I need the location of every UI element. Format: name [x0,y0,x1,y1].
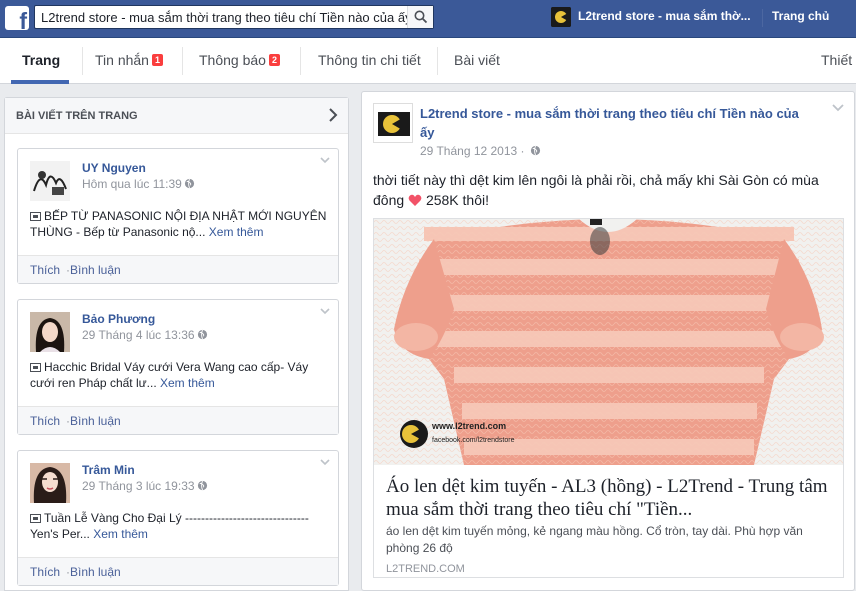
document-icon [30,514,41,523]
post-text: BẾP TỪ PANASONIC NỘI ĐỊA NHẬT MỚI NGUYÊN… [30,208,332,240]
link-preview-image[interactable]: www.l2trend.com facebook.com/l2trendstor… [374,219,843,465]
like-button[interactable]: Thích [30,263,60,277]
see-more-link[interactable]: Xem thêm [160,376,215,390]
chevron-right-icon[interactable] [328,108,338,122]
tab-label: Tin nhắn [95,52,149,68]
post-message: thời tiết này thì dệt kim lên ngôi là ph… [373,170,843,210]
globe-icon [197,480,207,491]
facebook-logo-icon[interactable]: f [5,6,29,30]
avatar[interactable] [30,312,70,352]
tab-label: Bài viết [454,52,500,68]
chevron-down-icon[interactable] [320,308,330,315]
search-input[interactable]: L2trend store - mua sắm thời trang theo … [34,5,434,29]
heart-icon [408,194,422,206]
globe-icon [530,145,540,156]
tab-notifications[interactable]: Thông báo 2 [199,52,280,68]
see-more-link[interactable]: Xem thêm [209,225,264,239]
author-name[interactable]: UY Nguyen [82,161,146,175]
post-time[interactable]: 29 Tháng 3 lúc 19:33 [82,479,208,493]
post-actions: Thích · Bình luận [18,255,338,283]
post-time[interactable]: 29 Tháng 12 2013 · [420,144,541,158]
avatar[interactable] [30,161,70,201]
divider [182,47,183,75]
post-message-tail: 258K thôi! [425,192,489,208]
notifications-badge: 2 [268,54,280,66]
page-tabs: Trang Tin nhắn 1 Thông báo 2 Thông tin chi… [0,38,856,84]
post-time-text: 29 Tháng 12 2013 · [420,144,525,158]
document-icon [30,363,41,372]
like-button[interactable]: Thích [30,414,60,428]
document-icon [30,212,41,221]
post-text-content: Tuần Lễ Vàng Cho Đại Lý ----------------… [30,511,309,541]
post-text: Tuần Lễ Vàng Cho Đại Lý ----------------… [30,510,332,542]
chevron-down-icon[interactable] [832,104,844,112]
link-domain: L2TREND.COM [386,563,465,575]
visitor-post: Bảo Phương 29 Tháng 4 lúc 13:36 Hacchic … [17,299,339,435]
post-time[interactable]: Hôm qua lúc 11:39 [82,177,195,191]
page-avatar[interactable] [551,7,571,27]
like-button[interactable]: Thích [30,565,60,579]
post-text: Hacchic Bridal Váy cưới Vera Wang cao cấ… [30,359,332,391]
link-title[interactable]: Áo len dệt kim tuyến - AL3 (hồng) - L2Tr… [386,475,836,521]
tab-label: Thông tin chi tiết [318,52,421,68]
messages-badge: 1 [151,54,163,66]
page-avatar[interactable] [373,103,413,143]
tab-label: Thiết [821,52,853,68]
panel-header[interactable]: BÀI VIẾT TRÊN TRANG [5,98,348,134]
tab-label: Trang [22,52,61,68]
page-name-link[interactable]: L2trend store - mua sắm thờ... [578,9,754,23]
link-description: áo len dệt kim tuyến mỏng, kẻ ngang màu … [386,524,803,555]
search-input-value[interactable]: L2trend store - mua sắm thời trang theo … [41,10,411,25]
post-text-content: BẾP TỪ PANASONIC NỘI ĐỊA NHẬT MỚI NGUYÊN… [30,209,327,239]
top-bar: f L2trend store - mua sắm thời trang the… [0,0,856,38]
globe-icon [184,178,194,189]
link-preview-card[interactable]: www.l2trend.com facebook.com/l2trendstor… [373,218,844,578]
visitor-post: Trâm Min 29 Tháng 3 lúc 19:33 Tuần Lễ Và… [17,450,339,586]
home-link[interactable]: Trang chủ [772,9,829,23]
panel-title: BÀI VIẾT TRÊN TRANG [16,110,138,122]
watermark-url: www.l2trend.com [431,421,506,431]
page-post: L2trend store - mua sắm thời trang theo … [361,91,855,591]
comment-button[interactable]: Bình luận [70,414,121,428]
chevron-down-icon[interactable] [320,459,330,466]
avatar[interactable] [30,463,70,503]
post-time-text: 29 Tháng 3 lúc 19:33 [82,479,195,493]
watermark-fb: facebook.com/l2trendstore [432,437,515,444]
tab-page[interactable]: Trang [22,52,60,68]
tab-settings[interactable]: Thiết [821,52,852,68]
post-actions: Thích · Bình luận [18,557,338,585]
visitor-post: UY Nguyen Hôm qua lúc 11:39 BẾP TỪ PANAS… [17,148,339,284]
post-time-text: Hôm qua lúc 11:39 [82,177,182,191]
divider [300,47,301,75]
globe-icon [197,329,207,340]
chevron-down-icon[interactable] [320,157,330,164]
comment-button[interactable]: Bình luận [70,263,121,277]
divider [762,9,763,27]
search-icon [414,10,428,24]
posts-to-page-panel: BÀI VIẾT TRÊN TRANG UY Nguyen Hôm qua lú… [4,97,349,591]
author-name[interactable]: Bảo Phương [82,312,155,326]
see-more-link[interactable]: Xem thêm [93,527,148,541]
post-time-text: 29 Tháng 4 lúc 13:36 [82,328,195,342]
post-time[interactable]: 29 Tháng 4 lúc 13:36 [82,328,208,342]
post-actions: Thích · Bình luận [18,406,338,434]
tab-label: Thông báo [199,52,266,68]
comment-button[interactable]: Bình luận [70,565,121,579]
divider [437,47,438,75]
page-name-link[interactable]: L2trend store - mua sắm thời trang theo … [420,104,800,142]
tab-insights[interactable]: Thông tin chi tiết [318,52,421,68]
author-name[interactable]: Trâm Min [82,463,135,477]
tab-messages[interactable]: Tin nhắn 1 [95,52,163,68]
search-button[interactable] [407,6,433,28]
tab-posts[interactable]: Bài viết [454,52,500,68]
divider [82,47,83,75]
active-tab-underline [11,80,69,84]
